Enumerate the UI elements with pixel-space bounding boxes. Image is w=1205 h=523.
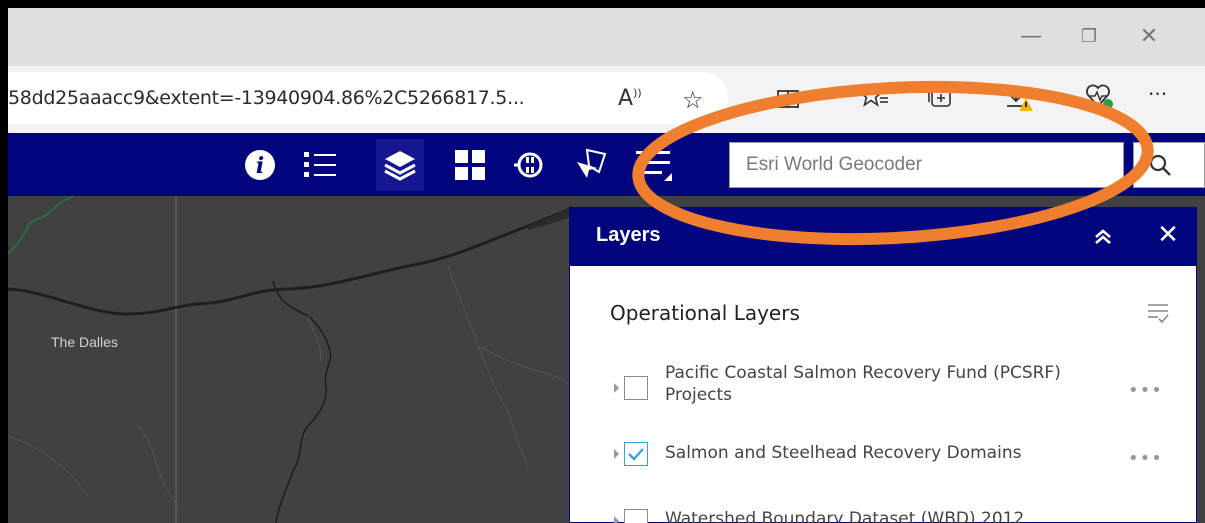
select-icon[interactable] — [570, 145, 610, 185]
favorites-list-icon[interactable] — [860, 84, 890, 112]
filter-icon[interactable] — [1145, 300, 1171, 326]
layers-panel: Layers ✕ Operational Layers Pacific Coas… — [569, 207, 1197, 523]
search-box[interactable] — [729, 142, 1124, 188]
analysis-icon[interactable] — [510, 145, 550, 185]
read-aloud-icon[interactable]: A)) — [618, 86, 642, 114]
search-input[interactable] — [730, 143, 1108, 187]
layer-name: Pacific Coastal Salmon Recovery Fund (PC… — [665, 363, 1061, 405]
checkmark-icon — [628, 448, 644, 461]
layer-name: Watershed Boundary Dataset (WBD) 2012 — [665, 509, 1025, 523]
close-panel-button[interactable]: ✕ — [1153, 220, 1183, 250]
map-label-city: The Dalles — [51, 334, 118, 350]
layer-list-alt-icon[interactable] — [634, 145, 674, 185]
read-aloud-label: A — [618, 86, 634, 111]
svg-text:i: i — [256, 153, 264, 179]
layer-name: Salmon and Steelhead Recovery Domains — [665, 443, 1022, 463]
address-bar[interactable]: 58dd25aaacc9&extent=-13940904.86%2C52668… — [8, 72, 728, 124]
favorite-star-icon[interactable]: ☆ — [682, 86, 704, 114]
expand-caret-icon[interactable] — [614, 449, 619, 459]
url-text[interactable]: 58dd25aaacc9&extent=-13940904.86%2C52668… — [8, 87, 525, 109]
app-header: i — [8, 133, 1205, 196]
search-icon — [1149, 154, 1171, 176]
browser-title-bar: — ❐ ✕ — [8, 8, 1205, 66]
layer-checkbox[interactable] — [624, 442, 648, 466]
legend-icon[interactable] — [300, 145, 340, 185]
layer-options-icon[interactable]: ••• — [1128, 380, 1163, 401]
expand-caret-icon[interactable] — [614, 383, 619, 393]
layer-options-icon[interactable]: ••• — [1128, 448, 1163, 469]
layer-checkbox[interactable] — [624, 509, 648, 523]
more-menu-icon[interactable]: ··· — [1148, 82, 1167, 110]
browser-toolbar: 58dd25aaacc9&extent=-13940904.86%2C52668… — [8, 66, 1205, 133]
expand-caret-icon[interactable] — [614, 516, 619, 523]
downloads-icon[interactable] — [1004, 84, 1034, 112]
section-title: Operational Layers — [610, 301, 800, 325]
about-icon[interactable]: i — [240, 145, 280, 185]
split-screen-icon[interactable] — [776, 88, 800, 116]
search-button[interactable] — [1133, 142, 1205, 188]
collapse-icon[interactable] — [1088, 222, 1118, 252]
basemap-gallery-icon[interactable] — [450, 145, 490, 185]
collections-icon[interactable] — [926, 84, 954, 112]
layer-checkbox[interactable] — [624, 376, 648, 400]
layers-panel-header: Layers ✕ — [570, 208, 1196, 266]
layers-panel-title: Layers — [596, 224, 661, 246]
close-window-button[interactable]: ✕ — [1126, 18, 1172, 54]
browser-essentials-icon[interactable] — [1084, 82, 1114, 110]
layers-icon[interactable] — [376, 139, 424, 191]
read-aloud-waves: )) — [633, 86, 642, 100]
screenshot-frame: — ❐ ✕ 58dd25aaacc9&extent=-13940904.86%2… — [8, 8, 1205, 523]
minimize-button[interactable]: — — [1008, 18, 1054, 54]
restore-button[interactable]: ❐ — [1066, 18, 1112, 54]
